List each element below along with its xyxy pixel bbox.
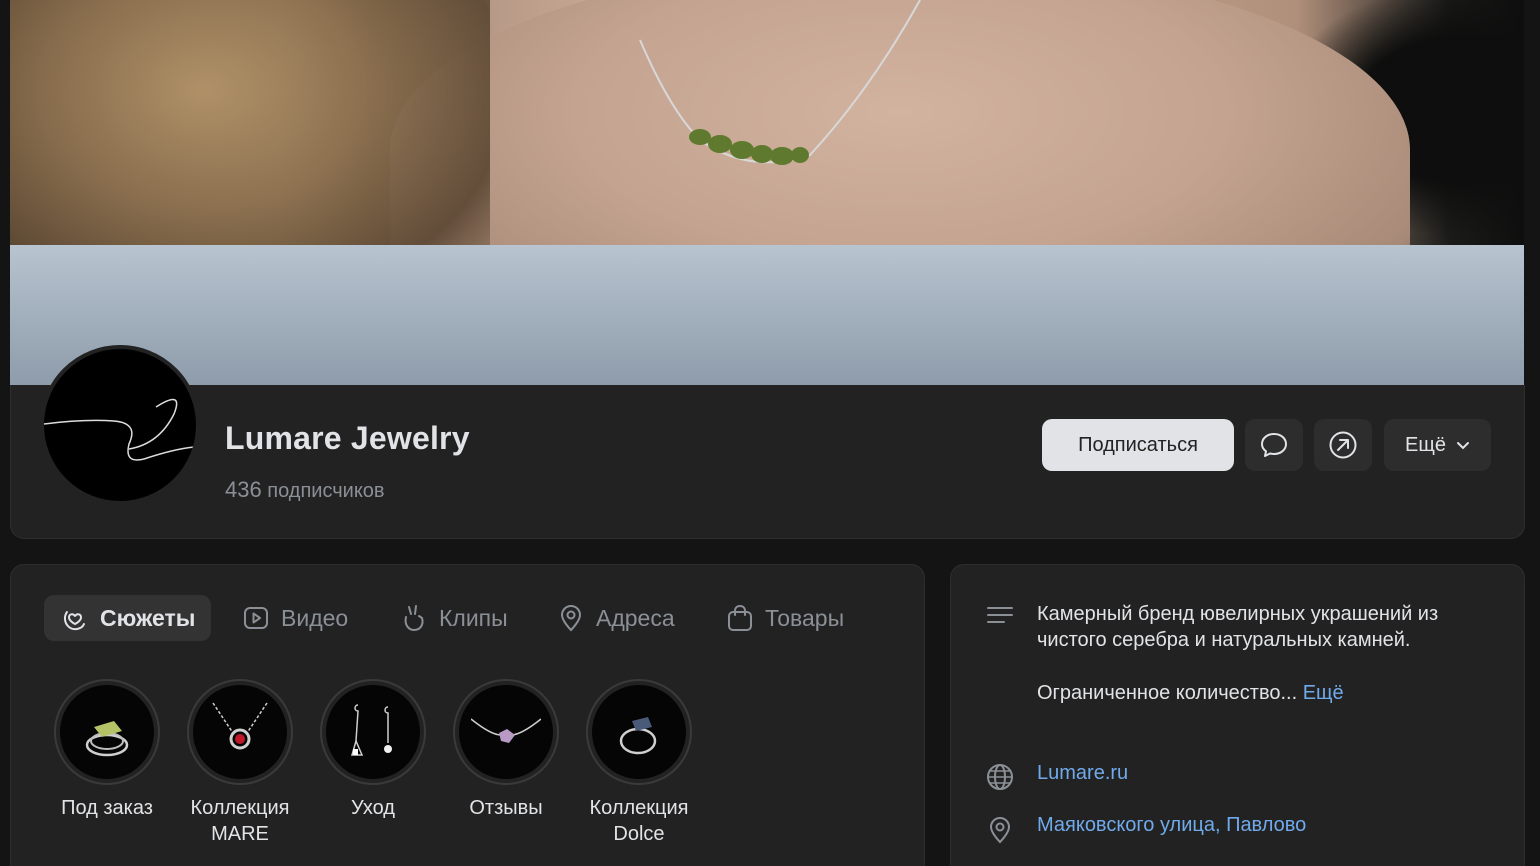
cover-photo	[10, 0, 1524, 386]
tab-stories-label: Сюжеты	[100, 604, 196, 631]
tab-addresses-label: Адреса	[596, 604, 675, 631]
tab-video-label: Видео	[281, 604, 349, 631]
story-item[interactable]: Уход	[303, 679, 443, 821]
subscribers-count[interactable]: 436 подписчиков	[225, 477, 385, 503]
subscribe-button[interactable]: Подписаться	[1042, 419, 1234, 471]
more-button-label: Ещё	[1405, 433, 1446, 456]
group-name: Lumare Jewelry	[225, 420, 470, 456]
chevron-down-icon	[1456, 442, 1469, 450]
story-label: Коллекция	[589, 797, 689, 819]
story-label: Под заказ	[61, 797, 153, 819]
share-button[interactable]	[1314, 419, 1372, 471]
globe-icon	[987, 764, 1013, 790]
address-row: Маяковского улица, Павлово	[985, 812, 1497, 844]
story-thumbnail	[586, 679, 692, 785]
website-link[interactable]: Lumare.ru	[1037, 762, 1128, 784]
location-pin-icon	[989, 816, 1011, 844]
tab-goods-label: Товары	[765, 604, 845, 631]
story-thumbnail	[320, 679, 426, 785]
tab-clips[interactable]: Клипы	[383, 595, 524, 641]
video-icon	[244, 607, 268, 629]
story-item[interactable]: Коллекция Dolce	[569, 679, 709, 847]
story-label: Отзывы	[469, 797, 543, 819]
story-thumbnail	[54, 679, 160, 785]
tab-clips-label: Клипы	[439, 604, 508, 631]
story-item[interactable]: Под заказ	[37, 679, 177, 821]
group-description: Камерный бренд ювелирных украшений из чи…	[1037, 601, 1497, 706]
tab-addresses[interactable]: Адреса	[540, 595, 691, 641]
subscribers-label: подписчиков	[267, 480, 385, 502]
subscribers-number: 436	[225, 477, 262, 502]
description-row: Камерный бренд ювелирных украшений из чи…	[985, 601, 1497, 706]
story-label-line2: MARE	[211, 823, 269, 845]
earrings-icon	[351, 704, 392, 756]
share-icon	[1329, 431, 1357, 459]
story-label: Уход	[351, 797, 395, 819]
pendant-icon	[471, 718, 541, 743]
group-avatar[interactable]	[40, 345, 200, 505]
text-lines-icon	[987, 607, 1013, 623]
description-more-link[interactable]: Ещё	[1303, 682, 1344, 704]
story-label-line2: Dolce	[613, 823, 665, 845]
more-button[interactable]: Ещё	[1384, 419, 1491, 471]
bag-icon	[728, 604, 752, 631]
description-paragraph-2: Ограниченное количество...	[1037, 682, 1298, 704]
logo-icon	[44, 398, 195, 461]
message-button[interactable]	[1245, 419, 1303, 471]
website-row: Lumare.ru	[985, 760, 1497, 792]
tab-video[interactable]: Видео	[225, 595, 364, 641]
description-paragraph-1: Камерный бренд ювелирных украшений из чи…	[1037, 603, 1439, 651]
necklace-icon	[212, 702, 268, 750]
stories-icon	[63, 611, 85, 631]
address-link[interactable]: Маяковского улица, Павлово	[1037, 814, 1306, 836]
tab-goods[interactable]: Товары	[709, 595, 860, 641]
story-thumbnail	[187, 679, 293, 785]
necklace-illustration	[639, 0, 921, 165]
tab-stories[interactable]: Сюжеты	[44, 595, 212, 641]
sapphire-ring-icon	[619, 717, 657, 755]
story-item[interactable]: Отзывы	[436, 679, 576, 821]
location-icon	[560, 604, 582, 632]
message-icon	[1261, 433, 1287, 457]
ring-icon	[85, 721, 129, 757]
story-label: Коллекция	[190, 797, 290, 819]
story-item[interactable]: Коллекция MARE	[170, 679, 310, 847]
clips-icon	[404, 605, 424, 632]
story-thumbnail	[453, 679, 559, 785]
subscribe-button-label: Подписаться	[1078, 433, 1198, 456]
